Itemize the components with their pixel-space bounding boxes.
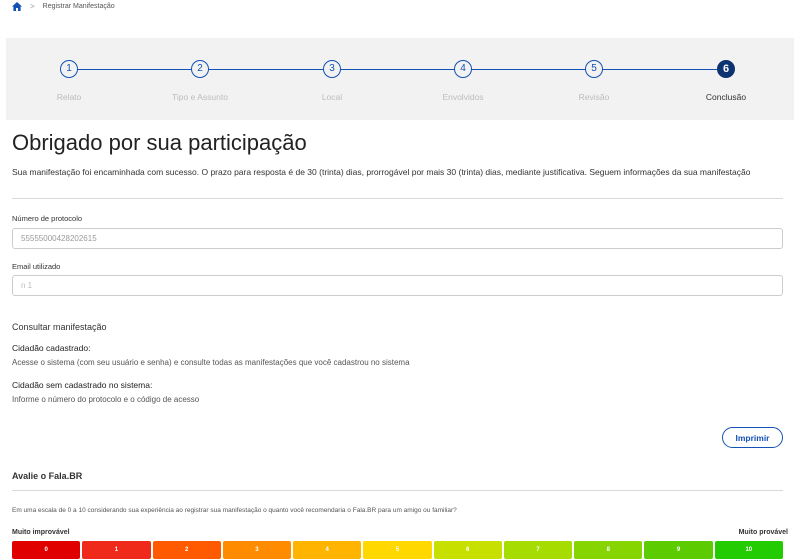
email-label: Email utilizado xyxy=(12,262,61,271)
rating-question: Em uma escala de 0 a 10 considerando sua… xyxy=(12,507,457,514)
rating-option-8[interactable]: 8 xyxy=(574,541,643,559)
protocol-label: Número de protocolo xyxy=(12,214,83,223)
breadcrumb-current: Registrar Manifestação xyxy=(42,3,115,10)
step-number: 3 xyxy=(323,60,341,78)
email-field[interactable]: n 1 xyxy=(12,275,783,296)
rating-option-6[interactable]: 6 xyxy=(433,541,502,559)
step-number: 1 xyxy=(60,60,78,78)
divider xyxy=(12,490,783,491)
breadcrumb: > Registrar Manifestação xyxy=(12,2,115,11)
rating-low-label: Muito improvável xyxy=(12,529,70,536)
rating-option-3[interactable]: 3 xyxy=(222,541,292,559)
step-label: Tipo e Assunto xyxy=(172,92,228,102)
rating-option-5[interactable]: 5 xyxy=(363,541,432,559)
consult-heading: Consultar manifestação xyxy=(12,322,107,332)
rating-option-10[interactable]: 10 xyxy=(714,541,783,559)
unregistered-text: Informe o número do protocolo e o código… xyxy=(12,395,200,404)
step-6[interactable]: 6 Conclusão xyxy=(666,60,786,102)
step-number: 6 xyxy=(717,60,735,78)
protocol-field[interactable]: 55555000428202615 xyxy=(12,228,783,249)
step-label: Conclusão xyxy=(705,92,747,102)
step-number: 2 xyxy=(191,60,209,78)
step-label: Envolvidos xyxy=(442,92,484,102)
rating-option-1[interactable]: 1 xyxy=(82,541,151,559)
progress-stepper: 1 Relato 2 Tipo e Assunto 3 Local 4 Envo… xyxy=(6,38,794,120)
step-label: Local xyxy=(321,92,343,102)
print-button[interactable]: Imprimir xyxy=(722,427,783,448)
breadcrumb-separator: > xyxy=(30,2,35,11)
step-1[interactable]: 1 Relato xyxy=(9,60,129,102)
step-3[interactable]: 3 Local xyxy=(272,60,392,102)
rating-option-2[interactable]: 2 xyxy=(152,541,221,559)
rating-option-4[interactable]: 4 xyxy=(293,541,362,559)
step-number: 4 xyxy=(454,60,472,78)
intro-text: Sua manifestação foi encaminhada com suc… xyxy=(12,167,751,177)
registered-text: Acesse o sistema (com seu usuário e senh… xyxy=(12,358,410,367)
unregistered-heading: Cidadão sem cadastrado no sistema: xyxy=(12,380,153,390)
rating-scale: 0 1 2 3 4 5 6 7 8 9 10 xyxy=(12,541,783,559)
rating-option-7[interactable]: 7 xyxy=(503,541,573,559)
divider xyxy=(12,198,783,199)
registered-heading: Cidadão cadastrado: xyxy=(12,343,91,353)
page-title: Obrigado por sua participação xyxy=(12,130,307,155)
step-4[interactable]: 4 Envolvidos xyxy=(403,60,523,102)
rating-high-label: Muito provável xyxy=(738,529,788,536)
step-2[interactable]: 2 Tipo e Assunto xyxy=(140,60,260,102)
rating-option-0[interactable]: 0 xyxy=(12,541,81,559)
step-label: Relato xyxy=(56,92,82,102)
rating-heading: Avalie o Fala.BR xyxy=(12,471,83,481)
step-number: 5 xyxy=(585,60,603,78)
step-5[interactable]: 5 Revisão xyxy=(534,60,654,102)
step-label: Revisão xyxy=(578,92,610,102)
rating-option-9[interactable]: 9 xyxy=(644,541,713,559)
home-icon[interactable] xyxy=(12,2,22,11)
